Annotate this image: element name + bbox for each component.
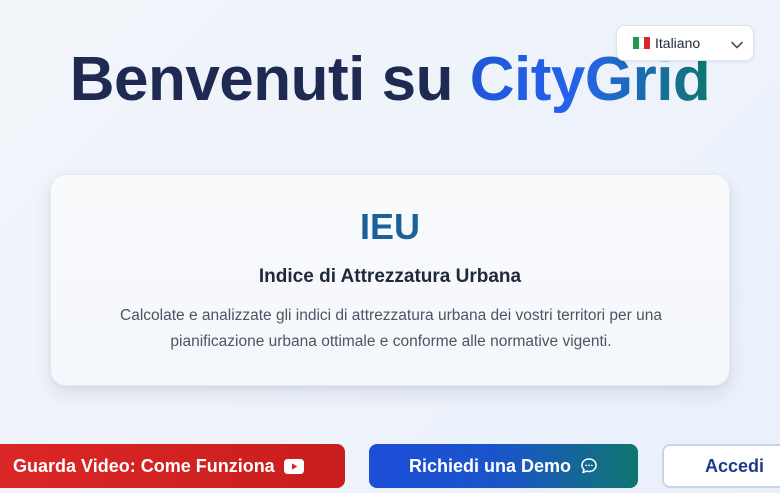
card-description-line: Calcolate e analizzate gli indici di att… (120, 307, 662, 324)
italian-flag-icon (633, 37, 651, 49)
youtube-icon (283, 458, 304, 474)
card-description-line: pianificazione urbana ottimale e conform… (170, 333, 612, 350)
language-label: Italiano (655, 35, 701, 51)
title-prefix: Benvenuti su (69, 45, 454, 114)
info-card: IEU Indice di Attrezzatura Urbana Calcol… (50, 174, 730, 386)
login-label: Accedi (705, 455, 765, 476)
login-button[interactable]: Accedi (662, 444, 780, 488)
request-demo-button[interactable]: Richiedi una Demo (369, 444, 638, 488)
watch-video-button[interactable]: Guarda Video: Come Funziona (0, 444, 345, 488)
card-title: Indice di Attrezzatura Urbana (258, 266, 522, 287)
chevron-down-icon (731, 41, 743, 49)
watch-video-label: Guarda Video: Come Funziona (13, 455, 275, 476)
chat-bubble-icon (580, 457, 598, 475)
request-demo-label: Richiedi una Demo (408, 455, 572, 476)
language-select[interactable]: Italiano (616, 25, 754, 61)
card-description: Calcolate e analizzate gli indici di att… (81, 303, 701, 355)
card-abbreviation: IEU (51, 205, 729, 249)
